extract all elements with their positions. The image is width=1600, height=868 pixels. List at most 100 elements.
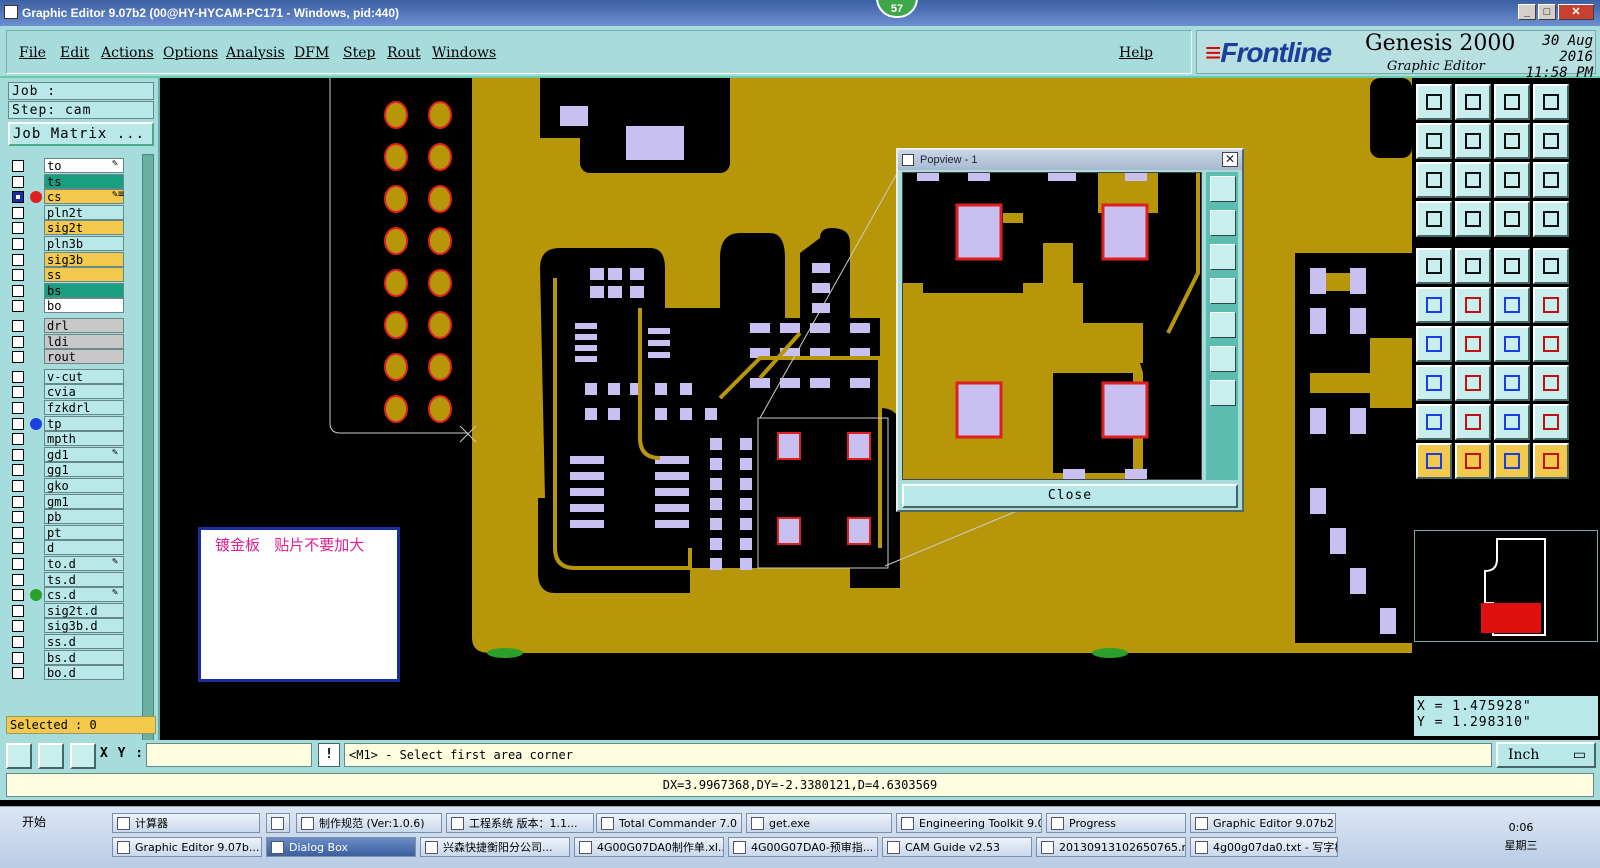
layer-checkbox[interactable] (12, 402, 24, 414)
taskbar-button[interactable]: Graphic Editor 9.07b... (112, 837, 262, 857)
layer-checkbox[interactable] (12, 206, 24, 219)
layer-compare-icon[interactable] (1494, 201, 1530, 237)
layer-checkbox[interactable] (12, 526, 24, 539)
layer-swap-icon[interactable] (1533, 201, 1569, 237)
measure-icon[interactable] (38, 743, 64, 769)
home-icon[interactable] (1494, 84, 1530, 120)
polygon-cut-icon[interactable] (1533, 404, 1569, 440)
maximize-button[interactable]: □ (1538, 4, 1556, 20)
layer-row[interactable]: gd1 ✎ (8, 446, 140, 463)
delete-icon[interactable] (1455, 287, 1491, 323)
layer-row[interactable]: tp (8, 415, 140, 432)
taskbar-button[interactable]: CAM Guide v2.53 (882, 837, 1032, 857)
copy-icon[interactable] (1533, 287, 1569, 323)
menu-windows[interactable]: Windows (432, 45, 496, 61)
warning-button[interactable]: ! (318, 743, 340, 767)
layer-row[interactable]: ss.d (8, 634, 140, 650)
pv-pan-right-icon[interactable] (1210, 312, 1236, 338)
layer-checkbox[interactable] (12, 175, 24, 188)
layer-row[interactable]: v-cut (8, 368, 140, 385)
layer-row[interactable]: d (8, 540, 140, 556)
select-box-icon[interactable] (1455, 443, 1491, 479)
layer-checkbox[interactable] (12, 573, 24, 586)
layer-checkbox[interactable] (12, 511, 24, 524)
menu-analysis[interactable]: Analysis (226, 45, 285, 61)
taskbar-button[interactable]: Total Commander 7.0 ... (596, 813, 742, 833)
layer-row[interactable]: cs ✎≡ (8, 189, 140, 205)
taskbar-button[interactable]: 4G00G07DA0制作单.xl... (574, 837, 724, 857)
pv-zoom-home-icon[interactable] (1210, 176, 1236, 202)
layer-checkbox[interactable] (12, 284, 24, 297)
pv-pan-up-icon[interactable] (1210, 210, 1236, 236)
layer-name[interactable]: ts.d (44, 571, 124, 587)
layer-name[interactable]: d (44, 540, 124, 556)
layer-checkbox[interactable] (12, 335, 24, 348)
layer-row[interactable]: ss (8, 267, 140, 283)
job-matrix-button[interactable]: Job Matrix ... (8, 122, 154, 146)
close-button[interactable]: ✕ (1558, 4, 1594, 20)
pv-pan-down-icon[interactable] (1210, 244, 1236, 270)
layer-name[interactable]: v-cut (44, 368, 124, 384)
layer-checkbox[interactable] (12, 222, 24, 235)
polygon-edit-icon[interactable] (1494, 404, 1530, 440)
layer-row[interactable]: bo (8, 298, 140, 314)
layer-row[interactable]: gm1 (8, 493, 140, 510)
taskbar-button[interactable]: 20130913102650765.rt... (1036, 837, 1186, 857)
layer-checkbox[interactable] (12, 269, 24, 282)
menu-rout[interactable]: Rout (387, 45, 421, 61)
unit-selector[interactable]: Inch ▭ (1496, 742, 1596, 768)
layer-checkbox[interactable] (12, 636, 24, 648)
taskbar-button[interactable]: Engineering Toolkit 9.0... (896, 813, 1042, 833)
layer-checkbox[interactable] (12, 191, 24, 204)
add-line-icon[interactable] (1455, 248, 1491, 284)
layer-row[interactable]: pln2t (8, 204, 140, 221)
zoom-center-icon[interactable] (1455, 162, 1491, 198)
layer-checkbox[interactable] (12, 433, 24, 446)
slope-line-icon[interactable] (1455, 326, 1491, 362)
overview-map[interactable] (1414, 530, 1598, 642)
zoom-down-icon[interactable] (1455, 84, 1491, 120)
layer-row[interactable]: sig2t.d (8, 602, 140, 619)
minimize-button[interactable]: _ (1518, 4, 1536, 20)
layer-name[interactable]: ss (44, 267, 124, 283)
line-icon[interactable] (1416, 326, 1452, 362)
layer-row[interactable]: rout (8, 349, 140, 365)
xy-input[interactable] (146, 743, 312, 767)
taskbar-button[interactable]: 4G00G07DA0-预审指... (728, 837, 878, 857)
menu-help[interactable]: Help (1119, 45, 1153, 61)
layer-name[interactable]: ldi (44, 333, 124, 349)
layer-checkbox[interactable] (12, 238, 24, 250)
grid-tool-icon[interactable] (1455, 201, 1491, 237)
menu-step[interactable]: Step (343, 45, 375, 61)
ruler-icon[interactable] (1494, 248, 1530, 284)
reshape-icon[interactable] (1416, 365, 1452, 401)
pv-pan-left-icon[interactable] (1210, 278, 1236, 304)
popview-canvas[interactable] (902, 172, 1202, 480)
redraw-icon[interactable] (1533, 123, 1569, 159)
layer-checkbox[interactable] (12, 253, 24, 266)
ratio-icon[interactable] (1494, 162, 1530, 198)
popview-close-button[interactable]: Close (902, 484, 1238, 508)
layer-row[interactable]: gko (8, 478, 140, 494)
pv-zoom-in-icon[interactable] (1210, 346, 1236, 372)
layer-row[interactable]: gg1 (8, 462, 140, 478)
connect-icon[interactable] (1416, 287, 1452, 323)
layer-checkbox[interactable] (12, 604, 24, 617)
layer-checkbox[interactable] (12, 300, 24, 313)
layer-name[interactable]: bs (44, 282, 124, 298)
layer-checkbox[interactable] (12, 542, 24, 555)
layer-row[interactable]: to ✎ (8, 158, 140, 174)
layer-checkbox[interactable] (12, 464, 24, 477)
arc-icon[interactable] (1494, 326, 1530, 362)
layer-name[interactable]: mpth (44, 431, 124, 447)
layer-name[interactable]: rout (44, 349, 124, 365)
layer-row[interactable]: drl (8, 318, 140, 334)
layer-row[interactable]: pb (8, 509, 140, 525)
layer-checkbox[interactable] (12, 370, 24, 383)
resize-icon[interactable] (1494, 365, 1530, 401)
taskbar-button[interactable]: Progress (1046, 813, 1186, 833)
select-multi-icon[interactable] (1533, 443, 1569, 479)
layer-checkbox[interactable] (12, 160, 24, 172)
grid-icon[interactable] (70, 743, 96, 769)
move-icon[interactable] (1494, 287, 1530, 323)
